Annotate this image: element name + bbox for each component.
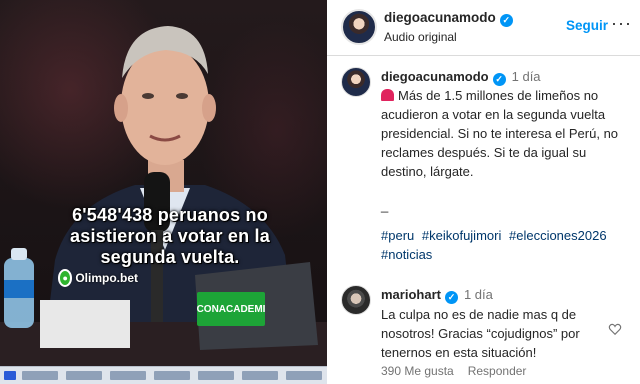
comment-text: La culpa no es de nadie mas q de nosotro… [381, 307, 580, 360]
caption-time[interactable]: 1 día [512, 69, 541, 84]
comment-meta: 390 Me gusta Responder [381, 364, 540, 378]
comment-username[interactable]: mariohart [381, 287, 441, 302]
caption-text: Más de 1.5 millones de limeños no acudie… [381, 88, 619, 179]
video-player[interactable]: 6'548'438 peruanos no asistieron a votar… [0, 0, 327, 384]
verified-icon: ✓ [492, 73, 506, 86]
caption-header: diegoacunamodo ✓ 1 día [381, 69, 541, 86]
follow-button[interactable]: Seguir [566, 18, 608, 33]
taskbar-item [154, 371, 190, 380]
comment-likes[interactable]: 390 Me gusta [381, 364, 454, 378]
hashtag-link[interactable]: #keikofujimori [422, 228, 501, 243]
sponsor-logo: ● Olimpo.bet [58, 268, 138, 288]
reply-button[interactable]: Responder [468, 364, 527, 378]
verified-icon: ✓ [444, 291, 458, 304]
taskbar-item [4, 371, 16, 380]
avatar[interactable] [341, 9, 377, 45]
hashtag-link[interactable]: #noticias [381, 247, 432, 262]
caption-separator: _ [381, 198, 389, 213]
hashtag-list: #peru #keikofujimori #elecciones2026 #no… [381, 226, 631, 264]
taskbar-item [22, 371, 58, 380]
caption-text-block: Más de 1.5 millones de limeños no acudie… [381, 86, 627, 181]
audio-link[interactable]: Audio original [384, 30, 457, 44]
post-panel: diegoacunamodo ✓ Audio original Seguir ··… [327, 0, 640, 384]
taskbar-item [110, 371, 146, 380]
caption-username[interactable]: diegoacunamodo [381, 69, 489, 84]
siren-emoji-icon [381, 89, 394, 101]
screen-taskbar [0, 366, 327, 384]
more-options-icon[interactable]: ··· [611, 13, 632, 34]
taskbar-item [198, 371, 234, 380]
avatar[interactable] [341, 285, 371, 315]
caption-line: segunda vuelta. [100, 247, 240, 267]
sponsor-badge-icon: ● [58, 269, 73, 287]
header-username[interactable]: diegoacunamodo ✓ [384, 10, 513, 27]
sponsor-name: Olimpo.bet [75, 271, 138, 285]
video-caption: 6'548'438 peruanos no asistieron a votar… [40, 205, 300, 268]
comment-header: mariohart ✓ 1 día [381, 287, 493, 304]
sponsor-banner: CONACADEMI [197, 292, 265, 326]
like-heart-icon[interactable] [608, 322, 622, 336]
taskbar-item [286, 371, 322, 380]
hashtag-link[interactable]: #peru [381, 228, 414, 243]
username-text[interactable]: diegoacunamodo [384, 10, 496, 25]
presenter-image [0, 26, 327, 384]
post-header: diegoacunamodo ✓ Audio original Seguir ··… [327, 0, 640, 56]
caption-line: asistieron a votar en la [70, 226, 270, 246]
verified-icon: ✓ [499, 14, 513, 27]
comment-time[interactable]: 1 día [464, 287, 493, 302]
caption-line: 6'548'438 peruanos no [72, 205, 268, 225]
taskbar-item [66, 371, 102, 380]
taskbar-item [242, 371, 278, 380]
hashtag-link[interactable]: #elecciones2026 [509, 228, 607, 243]
avatar[interactable] [341, 67, 371, 97]
